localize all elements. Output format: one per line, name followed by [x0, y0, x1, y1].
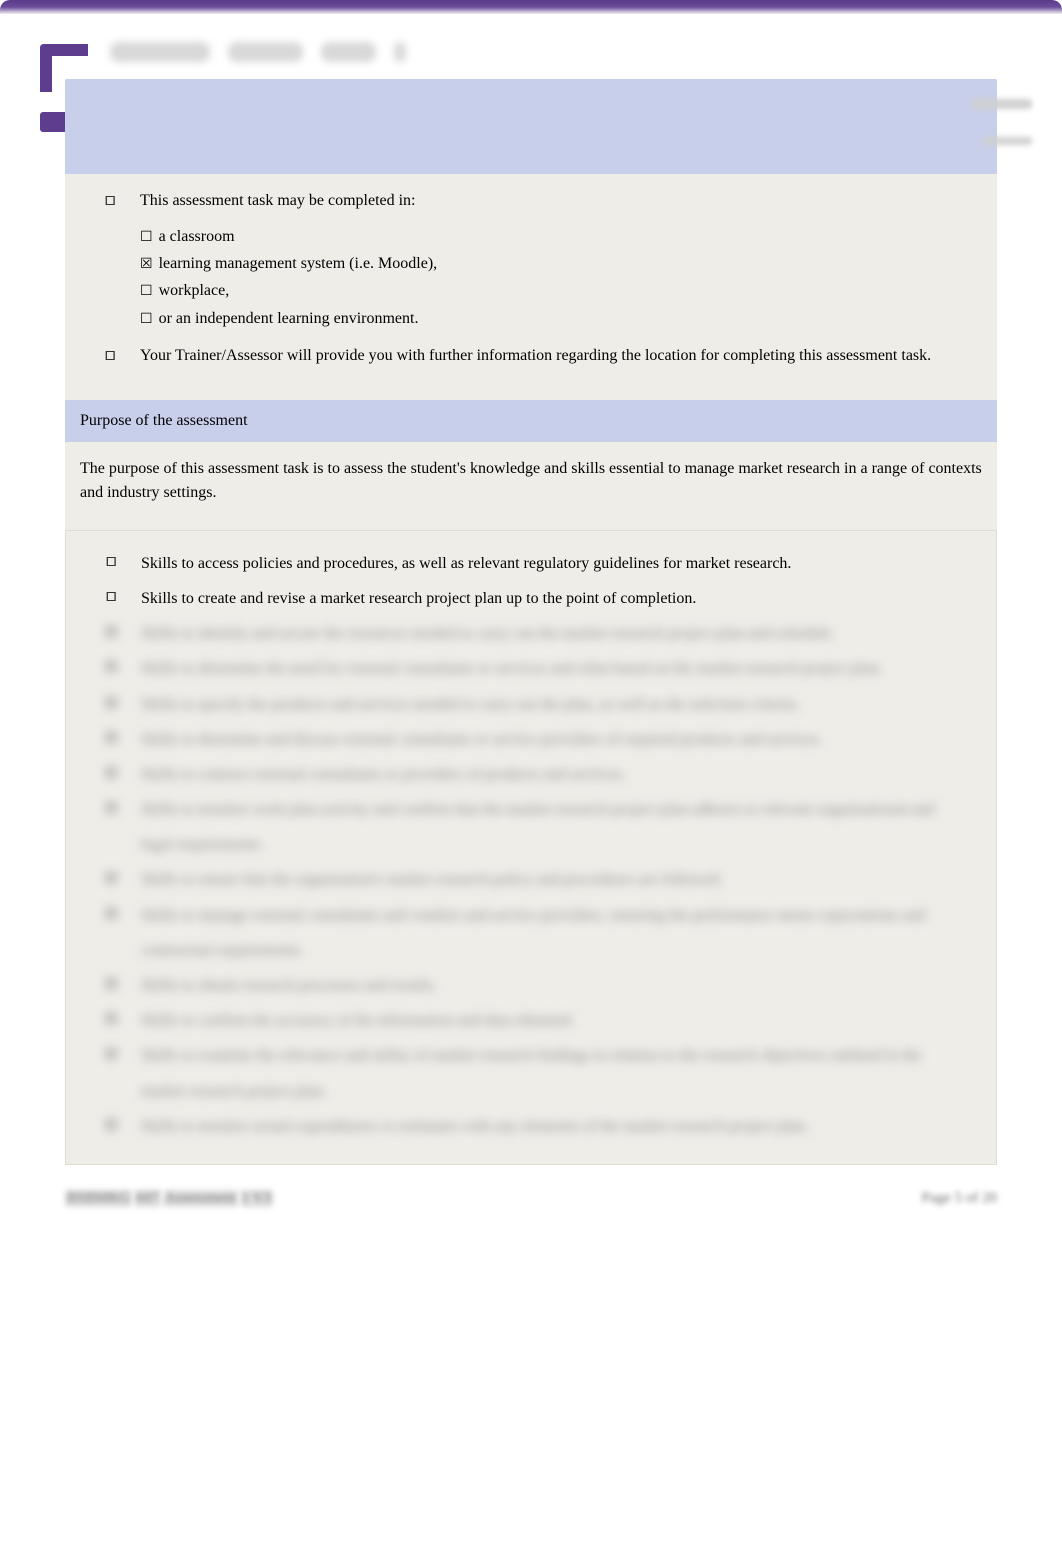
bullet-icon: 🞑 [106, 618, 116, 647]
footer-code-suffix: 607 [134, 1190, 161, 1207]
bullet-icon: 🞑 [106, 689, 116, 718]
window-top-border [0, 0, 1062, 14]
bullet-icon: 🞑 [106, 1111, 116, 1140]
skill-text-blurred: Skills to determine and discuss external… [141, 731, 822, 748]
bullet-icon: 🞑 [106, 759, 116, 788]
option-independent: ☐or an independent learning environment. [140, 305, 977, 332]
bullet-icon: 🞑 [105, 346, 115, 366]
skill-text: Skills to create and revise a market res… [141, 590, 696, 607]
checkbox-checked-icon: ☒ [140, 255, 153, 271]
bullet-icon: 🞑 [106, 548, 116, 577]
skill-text-blurred: Skills to ensure that the organisation's… [141, 871, 723, 888]
skill-text-blurred: Skills to manage external consultants an… [141, 907, 926, 959]
bullet-icon: 🞑 [105, 191, 115, 211]
document-page: 🞑 This assessment task may be completed … [0, 34, 1062, 1207]
skill-item-blurred: 🞑 Skills to obtain research processes and… [106, 968, 966, 1003]
skills-box: 🞑 Skills to access policies and procedur… [65, 530, 997, 1165]
footer-code-prefix: BSBMKG [65, 1190, 132, 1207]
bullet-icon: 🞑 [106, 1040, 116, 1069]
purpose-body-text: The purpose of this assessment task is t… [80, 460, 982, 501]
header-title-blurred [110, 42, 406, 62]
footer-left: BSBMKG607 Assessment 1 V3 [65, 1190, 273, 1207]
skill-item-blurred: 🞑 Skills to contract external consultants… [106, 757, 966, 792]
skill-item-blurred: 🞑 Skills to ensure that the organisation'… [106, 862, 966, 897]
bullet-icon: 🞑 [106, 724, 116, 753]
checkbox-unchecked-icon: ☐ [140, 310, 153, 326]
page-footer: BSBMKG607 Assessment 1 V3 Page 5 of 20 [65, 1190, 997, 1207]
skill-item: 🞑 Skills to create and revise a market r… [106, 581, 966, 616]
footer-version: 1 V3 [240, 1190, 273, 1207]
trainer-note-text: Your Trainer/Assessor will provide you w… [140, 347, 931, 364]
skill-text-blurred: Skills to identify and secure the resour… [141, 625, 835, 642]
purpose-header: Purpose of the assessment [65, 400, 997, 442]
skills-list: 🞑 Skills to access policies and procedur… [96, 546, 966, 1144]
bullet-icon: 🞑 [106, 864, 116, 893]
skill-item-blurred: 🞑 Skills to identify and secure the resou… [106, 616, 966, 651]
skill-item-blurred: 🞑 Skills to confirm the accuracy of the i… [106, 1003, 966, 1038]
bullet-icon: 🞑 [106, 583, 116, 612]
skill-text-blurred: Skills to confirm the accuracy of the in… [141, 1012, 574, 1029]
option-classroom: ☐a classroom [140, 223, 977, 250]
skill-text-blurred: Skills to contract external consultants … [141, 766, 626, 783]
skill-text-blurred: Skills to specify the products and servi… [141, 696, 799, 713]
skill-text: Skills to access policies and procedures… [141, 555, 791, 572]
checkbox-unchecked-icon: ☐ [140, 282, 153, 298]
skill-text-blurred: Skills to monitor work plan activity and… [141, 801, 934, 853]
skill-item-blurred: 🞑 Skills to specify the products and serv… [106, 687, 966, 722]
purpose-body: The purpose of this assessment task is t… [65, 442, 997, 530]
header-right-labels [972, 99, 1032, 145]
skill-item-blurred: 🞑 Skills to determine and discuss externa… [106, 722, 966, 757]
bullet-icon: 🞑 [106, 970, 116, 999]
assessment-options-list: ☐a classroom ☒learning management system… [140, 223, 977, 332]
skill-item: 🞑 Skills to access policies and procedur… [106, 546, 966, 581]
option-lms: ☒learning management system (i.e. Moodle… [140, 250, 977, 277]
skill-item-blurred: 🞑 Skills to manage external consultants a… [106, 898, 966, 968]
footer-page-number: Page 5 of 20 [922, 1190, 997, 1207]
skill-item-blurred: 🞑 Skills to determine the need for extern… [106, 651, 966, 686]
assessment-location-box: 🞑 This assessment task may be completed … [65, 174, 997, 400]
checkbox-unchecked-icon: ☐ [140, 228, 153, 244]
skill-item-blurred: 🞑 Skills to examine the relevance and uti… [106, 1038, 966, 1108]
skill-text-blurred: Skills to obtain research processes and … [141, 977, 437, 994]
assessment-intro-text: This assessment task may be completed in… [140, 192, 416, 209]
skill-text-blurred: Skills to monitor actual expenditures vs… [141, 1118, 809, 1135]
bullet-icon: 🞑 [106, 794, 116, 823]
trainer-note-item: 🞑 Your Trainer/Assessor will provide you… [105, 344, 977, 368]
document-header [20, 34, 1042, 174]
skill-text-blurred: Skills to examine the relevance and util… [141, 1047, 922, 1099]
skill-text-blurred: Skills to determine the need for externa… [141, 660, 883, 677]
bullet-icon: 🞑 [106, 653, 116, 682]
bullet-icon: 🞑 [106, 1005, 116, 1034]
assessment-intro-item: 🞑 This assessment task may be completed … [105, 189, 977, 332]
footer-assessment-label: Assessment [163, 1190, 238, 1207]
option-workplace: ☐workplace, [140, 277, 977, 304]
skill-item-blurred: 🞑 Skills to monitor actual expenditures v… [106, 1109, 966, 1144]
purpose-header-text: Purpose of the assessment [80, 412, 248, 429]
bullet-icon: 🞑 [106, 900, 116, 929]
skill-item-blurred: 🞑 Skills to monitor work plan activity an… [106, 792, 966, 862]
